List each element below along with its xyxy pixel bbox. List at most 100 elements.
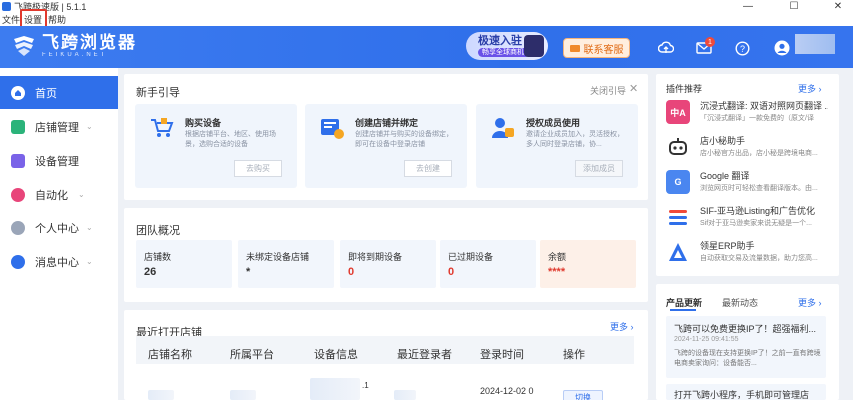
stat-value: 26 <box>144 266 157 278</box>
plugins-title: 插件推荐 <box>666 84 703 94</box>
platform-blurred <box>230 390 256 400</box>
restore-button[interactable]: ☐ <box>779 0 809 12</box>
sidebar-item-store-management[interactable]: 店铺管理 ⌄ <box>0 110 118 143</box>
plugin-item-google-translate[interactable]: G Google 翻译 浏览网页时可轻松查看翻译版本。由... <box>666 166 826 198</box>
sidebar-item-device-management[interactable]: 设备管理 <box>0 144 118 177</box>
title-bar: 飞跨极速版 | 5.1.1 — ☐ ✕ <box>0 0 853 12</box>
switch-label: 切换 <box>575 392 591 400</box>
team-overview-panel: 团队概况 店铺数 26 未绑定设备店铺 * 即将到期设备 0 已过期设备 0 余… <box>124 208 648 302</box>
menu-help[interactable]: 帮助 <box>46 13 68 26</box>
switch-store-button[interactable]: 切换 <box>563 390 603 400</box>
sidebar-item-home[interactable]: 首页 <box>0 76 118 109</box>
news-item[interactable]: 打开飞跨小程序，手机即可管理店 <box>666 384 826 400</box>
stat-value: * <box>246 266 251 278</box>
minimize-button[interactable]: — <box>733 0 763 12</box>
guide-card-create-store: 创建店铺并绑定 创建店铺并与购买的设备绑定，即可在设备中登录店铺 去创建 <box>305 104 467 188</box>
close-guide-link[interactable]: 关闭引导 <box>590 84 626 97</box>
guide-card-title: 授权成员使用 <box>526 118 581 128</box>
add-member-button[interactable]: 添加成员 <box>575 160 623 177</box>
cart-icon <box>149 116 175 140</box>
tab-latest-news[interactable]: 最新动态 <box>722 296 758 309</box>
menu-file[interactable]: 文件 <box>0 13 22 26</box>
recent-stores-panel: 最近打开店铺 更多 › 店铺名称 所属平台 设备信息 最近登录者 登录时间 操作… <box>124 310 648 400</box>
stat-balance[interactable]: 余额 **** <box>540 240 636 288</box>
plugin-item-sif[interactable]: SIF-亚马逊Listing和广告优化 Sif对于亚马逊卖家来说无疑是一个... <box>666 201 826 233</box>
plugins-panel: 插件推荐 更多 › 中A 沉浸式翻译: 双语对照网页翻译 ... 「沉浸式翻译」… <box>656 74 839 276</box>
plugin-item-dianxiaomi[interactable]: 店小秘助手 店小秘官方出品，店小秘是跨境电商... <box>666 131 826 163</box>
promo-banner[interactable]: 极速入驻 畅享全球商机 <box>466 32 548 60</box>
stat-expiring-devices[interactable]: 即将到期设备 0 <box>340 240 436 288</box>
member-icon <box>490 116 516 140</box>
logo[interactable]: 飞跨浏览器 FEIKUA.NET <box>12 34 137 58</box>
plugins-more-link[interactable]: 更多 › <box>798 82 822 95</box>
robot-icon <box>11 187 25 202</box>
guide-card-desc: 根据店铺平台、地区、使用场景，选购合适的设备 <box>185 131 276 148</box>
create-store-button[interactable]: 去创建 <box>404 160 452 177</box>
plugin-name: SIF-亚马逊Listing和广告优化 <box>700 206 816 216</box>
plugin-name: 领星ERP助手 <box>700 241 755 251</box>
news-title: 飞跨可以免费更换IP了！超强福利... <box>674 324 817 334</box>
close-icon[interactable]: ✕ <box>629 82 638 95</box>
sidebar: 首页 店铺管理 ⌄ 设备管理 自动化 ⌄ 个人中心 ⌄ 消息中心 ⌄ <box>0 68 118 400</box>
guide-title: 新手引导 <box>136 87 180 99</box>
news-panel: 产品更新 最新动态 更多 › 飞跨可以免费更换IP了！超强福利... 2024-… <box>656 284 839 400</box>
sidebar-item-label: 首页 <box>35 87 57 100</box>
plugin-desc: 浏览网页时可轻松查看翻译版本。由... <box>700 185 818 192</box>
recent-more-link[interactable]: 更多 › <box>610 320 634 333</box>
close-window-button[interactable]: ✕ <box>823 0 853 12</box>
plugin-desc: Sif对于亚马逊卖家来说无疑是一个... <box>700 220 813 227</box>
news-title: 打开飞跨小程序，手机即可管理店 <box>674 390 810 400</box>
news-more-link[interactable]: 更多 › <box>798 296 822 309</box>
sidebar-item-automation[interactable]: 自动化 ⌄ <box>0 178 118 211</box>
column-header-platform: 所属平台 <box>230 349 274 361</box>
buy-device-button[interactable]: 去购买 <box>234 160 282 177</box>
team-title: 团队概况 <box>136 225 180 237</box>
stat-value: 0 <box>348 266 355 278</box>
guide-card-desc: 创建店铺并与购买的设备绑定，即可在设备中登录店铺 <box>355 131 453 148</box>
plugin-desc: 「沉浸式翻译」一款免费的（原文/译 <box>700 115 814 122</box>
svg-text:?: ? <box>739 44 744 54</box>
chevron-down-icon: ⌄ <box>86 122 93 131</box>
mail-badge: 1 <box>705 37 715 47</box>
logo-subtitle: FEIKUA.NET <box>42 52 108 58</box>
app-header: 飞跨浏览器 FEIKUA.NET 极速入驻 畅享全球商机 联系客服 ? <box>0 26 853 68</box>
login-time: 2024-12-02 0 <box>480 386 534 396</box>
avatar[interactable] <box>772 38 792 58</box>
home-icon <box>11 85 25 100</box>
username-blurred[interactable] <box>795 34 835 54</box>
menu-bar: 文件 设置 帮助 <box>0 12 853 26</box>
guide-card-desc: 邀请企业成员加入，灵活授权，多人同时登录店铺，协... <box>526 131 624 148</box>
sidebar-item-message-center[interactable]: 消息中心 ⌄ <box>0 245 118 278</box>
ticket-icon <box>569 44 580 52</box>
sidebar-item-label: 个人中心 <box>35 222 79 235</box>
stat-label: 即将到期设备 <box>348 252 403 262</box>
stat-unbound-stores[interactable]: 未绑定设备店铺 * <box>238 240 334 288</box>
sidebar-item-label: 自动化 <box>35 189 68 202</box>
table-header <box>136 336 634 364</box>
stat-label: 店铺数 <box>144 252 172 262</box>
column-header-login-time: 登录时间 <box>480 349 524 361</box>
store-name-blurred <box>148 390 174 400</box>
stat-label: 余额 <box>548 252 567 262</box>
cloud-upload-icon[interactable] <box>656 38 676 58</box>
logo-icon <box>12 35 36 57</box>
stat-store-count[interactable]: 店铺数 26 <box>136 240 232 288</box>
sidebar-item-personal-center[interactable]: 个人中心 ⌄ <box>0 211 118 244</box>
device-icon <box>11 153 25 168</box>
guide-card-title: 购买设备 <box>185 118 222 128</box>
chevron-down-icon: ⌄ <box>86 223 93 232</box>
guide-panel: 新手引导 关闭引导 ✕ 购买设备 根据店铺平台、地区、使用场景，选购合适的设备 … <box>124 74 648 200</box>
stat-value: 0 <box>448 266 455 278</box>
customer-service-label: 联系客服 <box>583 44 624 56</box>
shopping-bag-icon <box>524 35 544 57</box>
news-item[interactable]: 飞跨可以免费更换IP了！超强福利... 2024-11-25 09:41:55 … <box>666 316 826 378</box>
tab-product-updates[interactable]: 产品更新 <box>666 296 702 309</box>
plugin-name: Google 翻译 <box>700 171 750 181</box>
plugin-item-immersive-translate[interactable]: 中A 沉浸式翻译: 双语对照网页翻译 ... 「沉浸式翻译」一款免费的（原文/译 <box>666 96 828 128</box>
help-icon[interactable]: ? <box>732 38 752 58</box>
customer-service-button[interactable]: 联系客服 <box>563 38 630 58</box>
plugin-item-lingxing-erp[interactable]: 领星ERP助手 自动获取交易及流量数据，助力您高... <box>666 236 826 268</box>
sif-icon <box>666 205 690 229</box>
stat-expired-devices[interactable]: 已过期设备 0 <box>440 240 536 288</box>
sidebar-item-label: 消息中心 <box>35 256 79 269</box>
